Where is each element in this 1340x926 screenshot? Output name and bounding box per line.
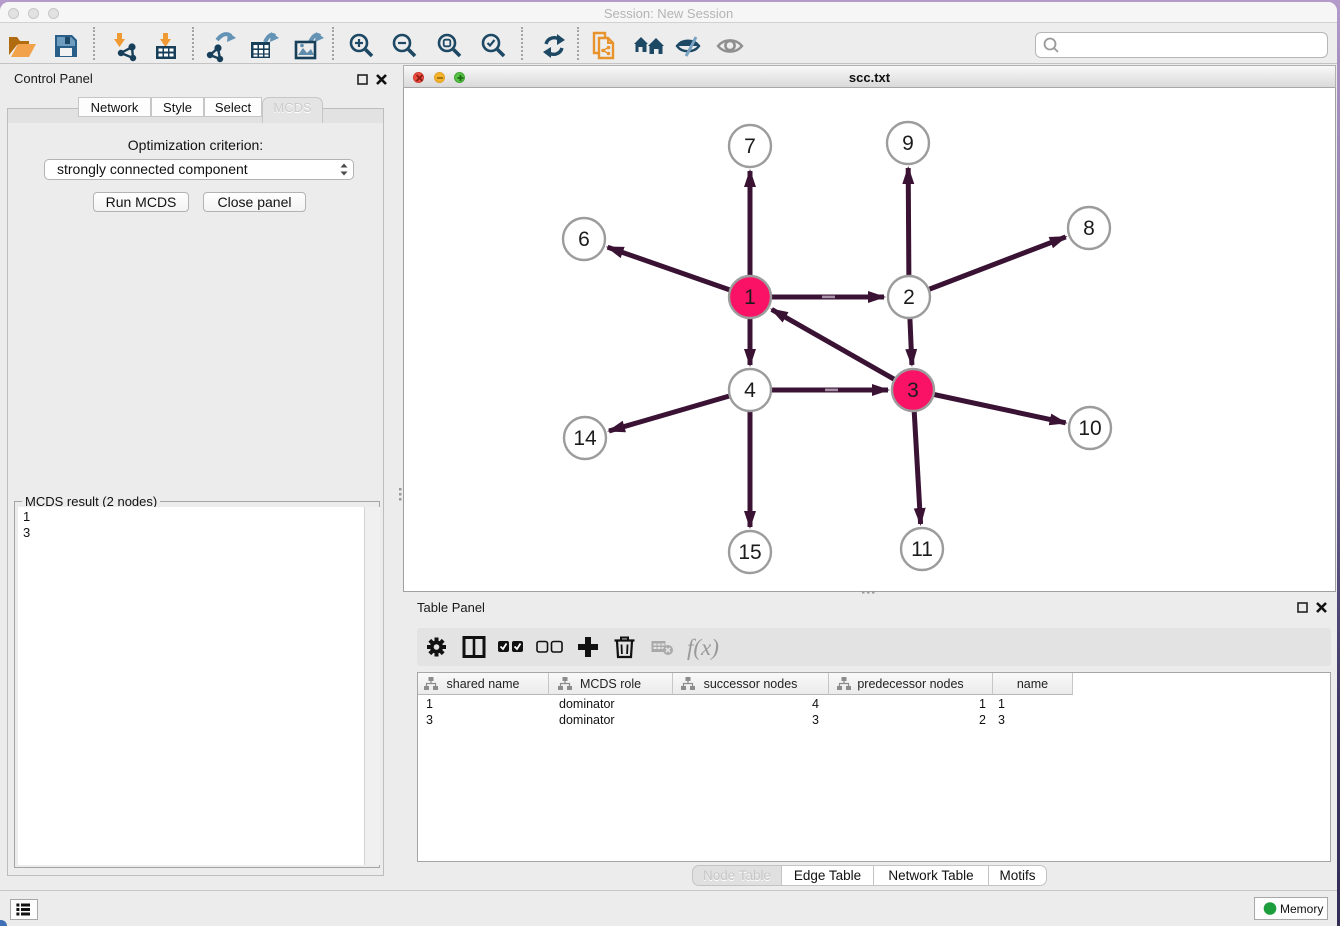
svg-text:6: 6 xyxy=(578,228,590,251)
svg-text:2: 2 xyxy=(903,286,915,309)
svg-text:15: 15 xyxy=(738,541,761,564)
svg-text:1: 1 xyxy=(744,286,756,309)
svg-text:14: 14 xyxy=(573,427,597,450)
svg-text:11: 11 xyxy=(911,538,933,561)
svg-text:8: 8 xyxy=(1083,217,1095,240)
svg-text:3: 3 xyxy=(907,379,919,402)
svg-text:7: 7 xyxy=(744,135,756,158)
svg-text:9: 9 xyxy=(902,132,914,155)
svg-text:10: 10 xyxy=(1078,417,1101,440)
svg-text:f(x): f(x) xyxy=(687,635,719,660)
svg-text:4: 4 xyxy=(744,379,756,402)
